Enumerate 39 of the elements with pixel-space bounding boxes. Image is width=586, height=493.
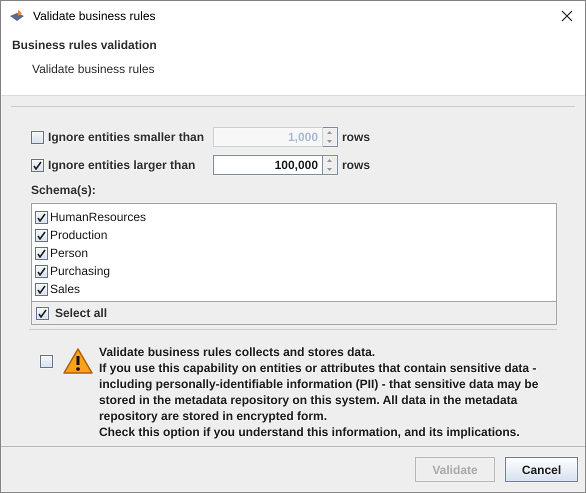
app-logo-icon xyxy=(9,9,25,23)
checkbox[interactable] xyxy=(35,264,48,278)
checkbox[interactable] xyxy=(31,158,44,172)
warning-text: If you use this capability on entities or attributes that contain sensitive data - xyxy=(99,360,538,376)
spinner-buttons[interactable] xyxy=(323,127,338,147)
schemas-label: Schema(s): xyxy=(31,182,97,199)
warning-text: Check this option if you understand this information, and its implications. xyxy=(99,424,521,440)
warning-text: including personally-identifiable information (PII) - that sensitive data may be xyxy=(99,376,538,392)
checkbox[interactable] xyxy=(35,210,48,224)
header-title: Business rules validation xyxy=(12,37,158,54)
schema-item[interactable]: Production xyxy=(35,226,556,244)
spinner-buttons[interactable] xyxy=(323,155,338,175)
checkbox[interactable] xyxy=(35,228,48,242)
schema-item[interactable]: Purchasing xyxy=(35,262,556,280)
header-subtitle: Validate business rules xyxy=(32,61,156,78)
check-icon xyxy=(33,160,42,170)
unit-label: rows xyxy=(342,157,370,174)
schema-item[interactable]: HumanResources xyxy=(35,208,556,226)
number-field[interactable]: 100,000 xyxy=(213,155,323,175)
close-icon[interactable] xyxy=(561,10,573,22)
select-all-label: Select all xyxy=(55,305,108,322)
unit-label: rows xyxy=(342,129,370,146)
schema-item[interactable]: Person xyxy=(35,244,556,262)
dialog-button[interactable]: Cancel xyxy=(505,457,578,482)
checkbox[interactable] xyxy=(35,246,48,260)
field-value: 1,000 xyxy=(288,129,318,146)
warning-text: Validate business rules collects and stores data. xyxy=(99,344,376,360)
checkbox[interactable] xyxy=(35,282,48,296)
field-value: 100,000 xyxy=(274,157,318,174)
option-label: Ignore entities smaller than xyxy=(48,129,204,146)
option-label: Ignore entities larger than xyxy=(48,157,196,174)
checkbox[interactable] xyxy=(36,306,49,320)
warning-text: repository are stored in encrypted form. xyxy=(99,408,328,424)
warning-icon xyxy=(62,347,94,375)
window-title: Validate business rules xyxy=(33,8,156,25)
checkbox[interactable] xyxy=(40,355,53,368)
warning-text: stored in the metadata repository on this system. All data in the metadata xyxy=(99,392,518,408)
check-icon xyxy=(38,308,47,318)
schema-item[interactable]: Sales xyxy=(35,280,556,298)
